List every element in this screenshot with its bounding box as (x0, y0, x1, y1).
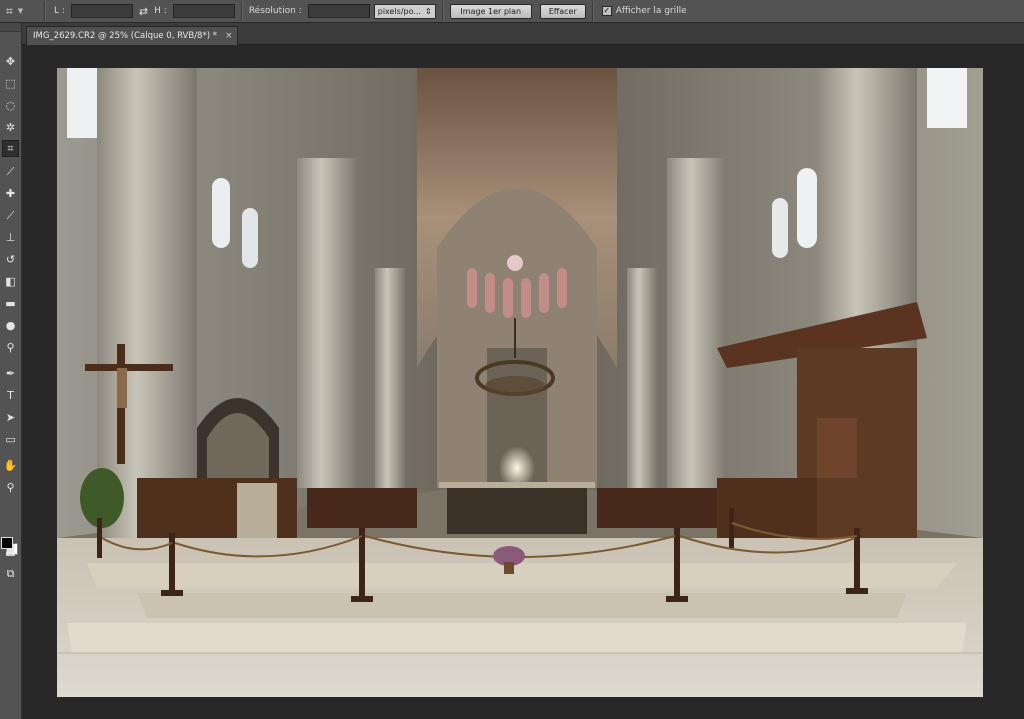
screen-mode-icon[interactable]: ⧉ (2, 565, 19, 582)
quick-selection-tool-icon[interactable]: ✲ (2, 119, 19, 136)
document-canvas-image[interactable] (57, 68, 983, 697)
options-separator (441, 1, 444, 21)
brush-tool-icon[interactable]: ⟋ (2, 207, 19, 224)
swap-arrows-icon[interactable]: ⇄ (139, 5, 148, 18)
front-image-button[interactable]: Image 1er plan (449, 3, 532, 19)
history-brush-icon[interactable]: ↺ (2, 251, 19, 268)
rectangle-tool-icon[interactable]: ▭ (2, 431, 19, 448)
crop-tool-icon: ⌗ (6, 3, 13, 18)
close-icon[interactable]: × (225, 31, 233, 41)
marquee-tool-icon[interactable]: ⬚ (2, 75, 19, 92)
tools-panel: ✥ ⬚ ◌ ✲ ⌗ ⟋ ✚ ⟋ ⊥ ↺ ◧ ▬ ● ⚲ ✒ T ➤ ▭ ✋ ⚲ … (0, 23, 22, 719)
clear-button[interactable]: Effacer (539, 3, 586, 19)
crop-tool-icon[interactable]: ⌗ (2, 140, 19, 157)
height-input[interactable] (172, 4, 235, 18)
resolution-unit-value: pixels/po... (377, 6, 421, 16)
options-separator (240, 1, 243, 21)
pen-tool-icon[interactable]: ✒ (2, 365, 19, 382)
show-grid-checkbox[interactable]: ✓ (601, 6, 612, 16)
options-bar: ⌗ ▼ L : ⇄ H : Résolution : pixels/po... … (0, 0, 1024, 23)
resolution-input[interactable] (307, 4, 370, 18)
zoom-tool-icon[interactable]: ⚲ (2, 479, 19, 496)
resolution-unit-select[interactable]: pixels/po... ⇕ (373, 3, 436, 19)
options-separator (44, 1, 46, 21)
tool-preset-picker[interactable]: ⌗ ▼ (6, 4, 40, 19)
clone-stamp-icon[interactable]: ⊥ (2, 229, 19, 246)
cathedral-interior-photo (57, 68, 983, 697)
lasso-tool-icon[interactable]: ◌ (2, 97, 19, 114)
document-title: IMG_2629.CR2 @ 25% (Calque 0, RVB/8*) * (33, 31, 217, 41)
resolution-label: Résolution : (248, 6, 302, 16)
width-input[interactable] (70, 4, 133, 18)
document-tab-bar: IMG_2629.CR2 @ 25% (Calque 0, RVB/8*) * … (22, 23, 1024, 45)
chevron-down-icon: ▼ (17, 7, 24, 15)
document-tab[interactable]: IMG_2629.CR2 @ 25% (Calque 0, RVB/8*) * … (26, 26, 238, 45)
options-separator (591, 1, 594, 21)
height-label: H : (154, 6, 167, 16)
dodge-tool-icon[interactable]: ⚲ (2, 339, 19, 356)
path-selection-tool-icon[interactable]: ➤ (2, 409, 19, 426)
spot-healing-brush-icon[interactable]: ✚ (2, 185, 19, 202)
width-label: L : (54, 6, 65, 16)
show-grid-label: Afficher la grille (615, 6, 687, 16)
foreground-color-swatch[interactable] (1, 537, 13, 549)
eyedropper-tool-icon[interactable]: ⟋ (2, 163, 19, 180)
panel-grip[interactable] (0, 23, 21, 32)
gradient-tool-icon[interactable]: ▬ (2, 295, 19, 312)
hand-tool-icon[interactable]: ✋ (2, 457, 19, 474)
type-tool-icon[interactable]: T (2, 387, 19, 404)
blur-tool-icon[interactable]: ● (2, 317, 19, 334)
updown-arrows-icon: ⇕ (425, 6, 432, 16)
eraser-tool-icon[interactable]: ◧ (2, 273, 19, 290)
move-tool-icon[interactable]: ✥ (2, 53, 19, 70)
canvas-area[interactable] (22, 45, 1024, 719)
